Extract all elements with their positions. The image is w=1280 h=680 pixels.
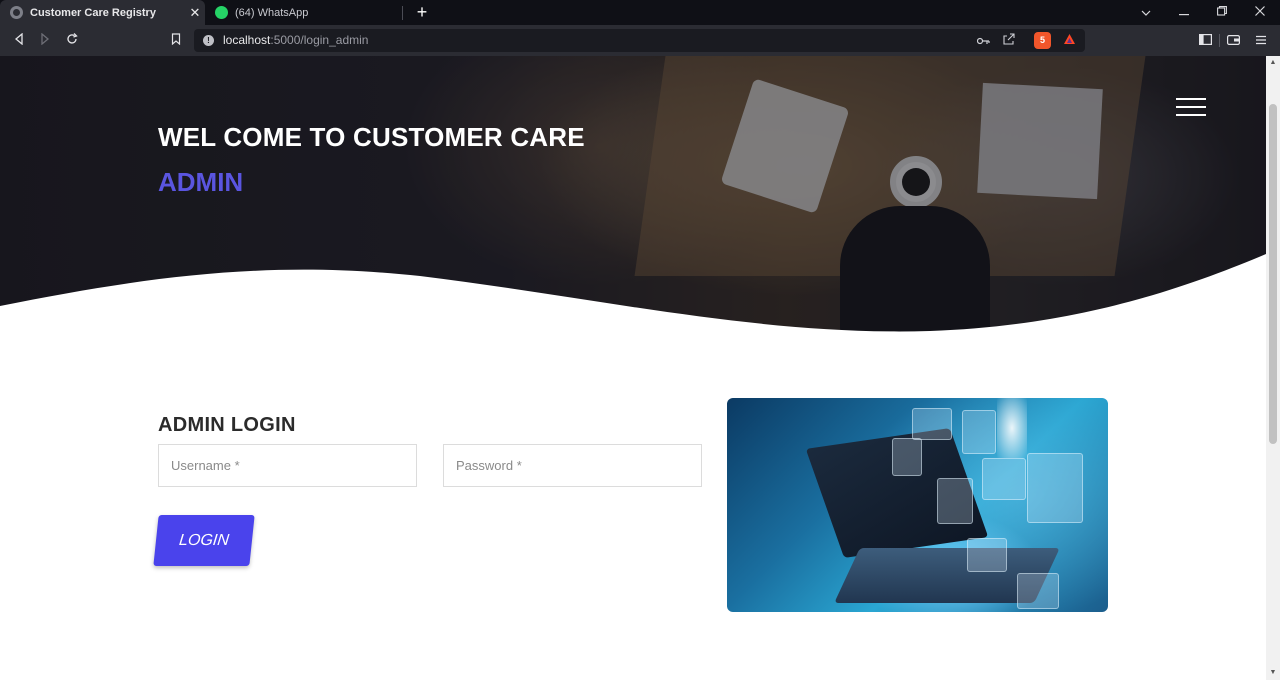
key-icon[interactable] (974, 32, 992, 50)
page: WEL COME TO CUSTOMER CARE ADMIN ADMIN LO… (0, 56, 1266, 680)
new-tab-button[interactable]: + (412, 1, 432, 23)
back-icon[interactable] (8, 30, 30, 52)
brave-rewards-icon[interactable] (1060, 32, 1078, 50)
hero-title: WEL COME TO CUSTOMER CARE (158, 122, 585, 152)
browser-menu-icon[interactable] (1250, 30, 1272, 52)
hero-wave (0, 254, 1266, 366)
tab-title: Customer Care Registry (30, 6, 156, 19)
hero-subtitle: ADMIN (158, 167, 244, 197)
illustration-card (982, 458, 1026, 500)
illustration-card (1017, 573, 1059, 609)
url-text[interactable]: localhost:5000/login_admin (223, 33, 368, 47)
wallet-icon[interactable] (1222, 30, 1244, 52)
illustration-card (892, 438, 922, 476)
illustration-glow (997, 398, 1027, 458)
tab-strip: Customer Care Registry ✕ (64) WhatsApp + (0, 0, 1280, 25)
forward-icon[interactable] (34, 30, 56, 52)
url-host: localhost (223, 33, 271, 47)
tab-title: (64) WhatsApp (235, 6, 309, 19)
close-tab-icon[interactable]: ✕ (185, 5, 205, 21)
page-scrollbar[interactable]: ▲ ▼ (1266, 56, 1280, 680)
brave-shields-icon[interactable]: 5 (1034, 32, 1051, 49)
browser-toolbar: ! localhost:5000/login_admin 5 (0, 25, 1280, 56)
scrollbar-thumb[interactable] (1269, 104, 1277, 444)
whatsapp-icon (215, 6, 228, 19)
tab-divider (402, 6, 403, 20)
globe-icon (10, 6, 23, 19)
close-window-button[interactable] (1241, 0, 1279, 25)
password-input[interactable] (444, 445, 701, 486)
username-field[interactable] (158, 444, 417, 487)
sidebar-icon[interactable] (1194, 30, 1216, 52)
login-heading: ADMIN LOGIN (158, 414, 296, 436)
scroll-up-icon[interactable]: ▲ (1266, 56, 1280, 70)
username-input[interactable] (159, 445, 416, 486)
laptop-illustration (727, 398, 1108, 612)
illustration-card (937, 478, 973, 524)
share-icon[interactable] (1000, 32, 1018, 50)
tab-search-chevron-icon[interactable] (1127, 0, 1165, 25)
bookmark-icon[interactable] (165, 30, 187, 52)
address-bar[interactable]: ! localhost:5000/login_admin 5 (194, 29, 1220, 52)
illustration-card (967, 538, 1007, 572)
tab-customer-care-registry[interactable]: Customer Care Registry ✕ (0, 0, 205, 25)
hamburger-icon[interactable] (1176, 98, 1206, 122)
url-path: :5000/login_admin (270, 33, 369, 47)
brave-badge-count: 5 (1039, 35, 1045, 45)
illustration-card (912, 408, 952, 440)
login-button-label: LOGIN (178, 532, 230, 549)
minimize-button[interactable] (1165, 0, 1203, 25)
login-button[interactable]: LOGIN (153, 515, 255, 566)
reload-icon[interactable] (61, 30, 83, 52)
tab-whatsapp[interactable]: (64) WhatsApp (205, 0, 403, 25)
scroll-down-icon[interactable]: ▼ (1266, 666, 1280, 680)
maximize-button[interactable] (1203, 0, 1241, 25)
site-info-icon[interactable]: ! (203, 35, 214, 46)
illustration-card (1027, 453, 1083, 523)
password-field[interactable] (443, 444, 702, 487)
hero-text: WEL COME TO CUSTOMER CARE ADMIN (158, 122, 585, 198)
illustration-card (962, 410, 996, 454)
url-divider (1219, 34, 1220, 47)
